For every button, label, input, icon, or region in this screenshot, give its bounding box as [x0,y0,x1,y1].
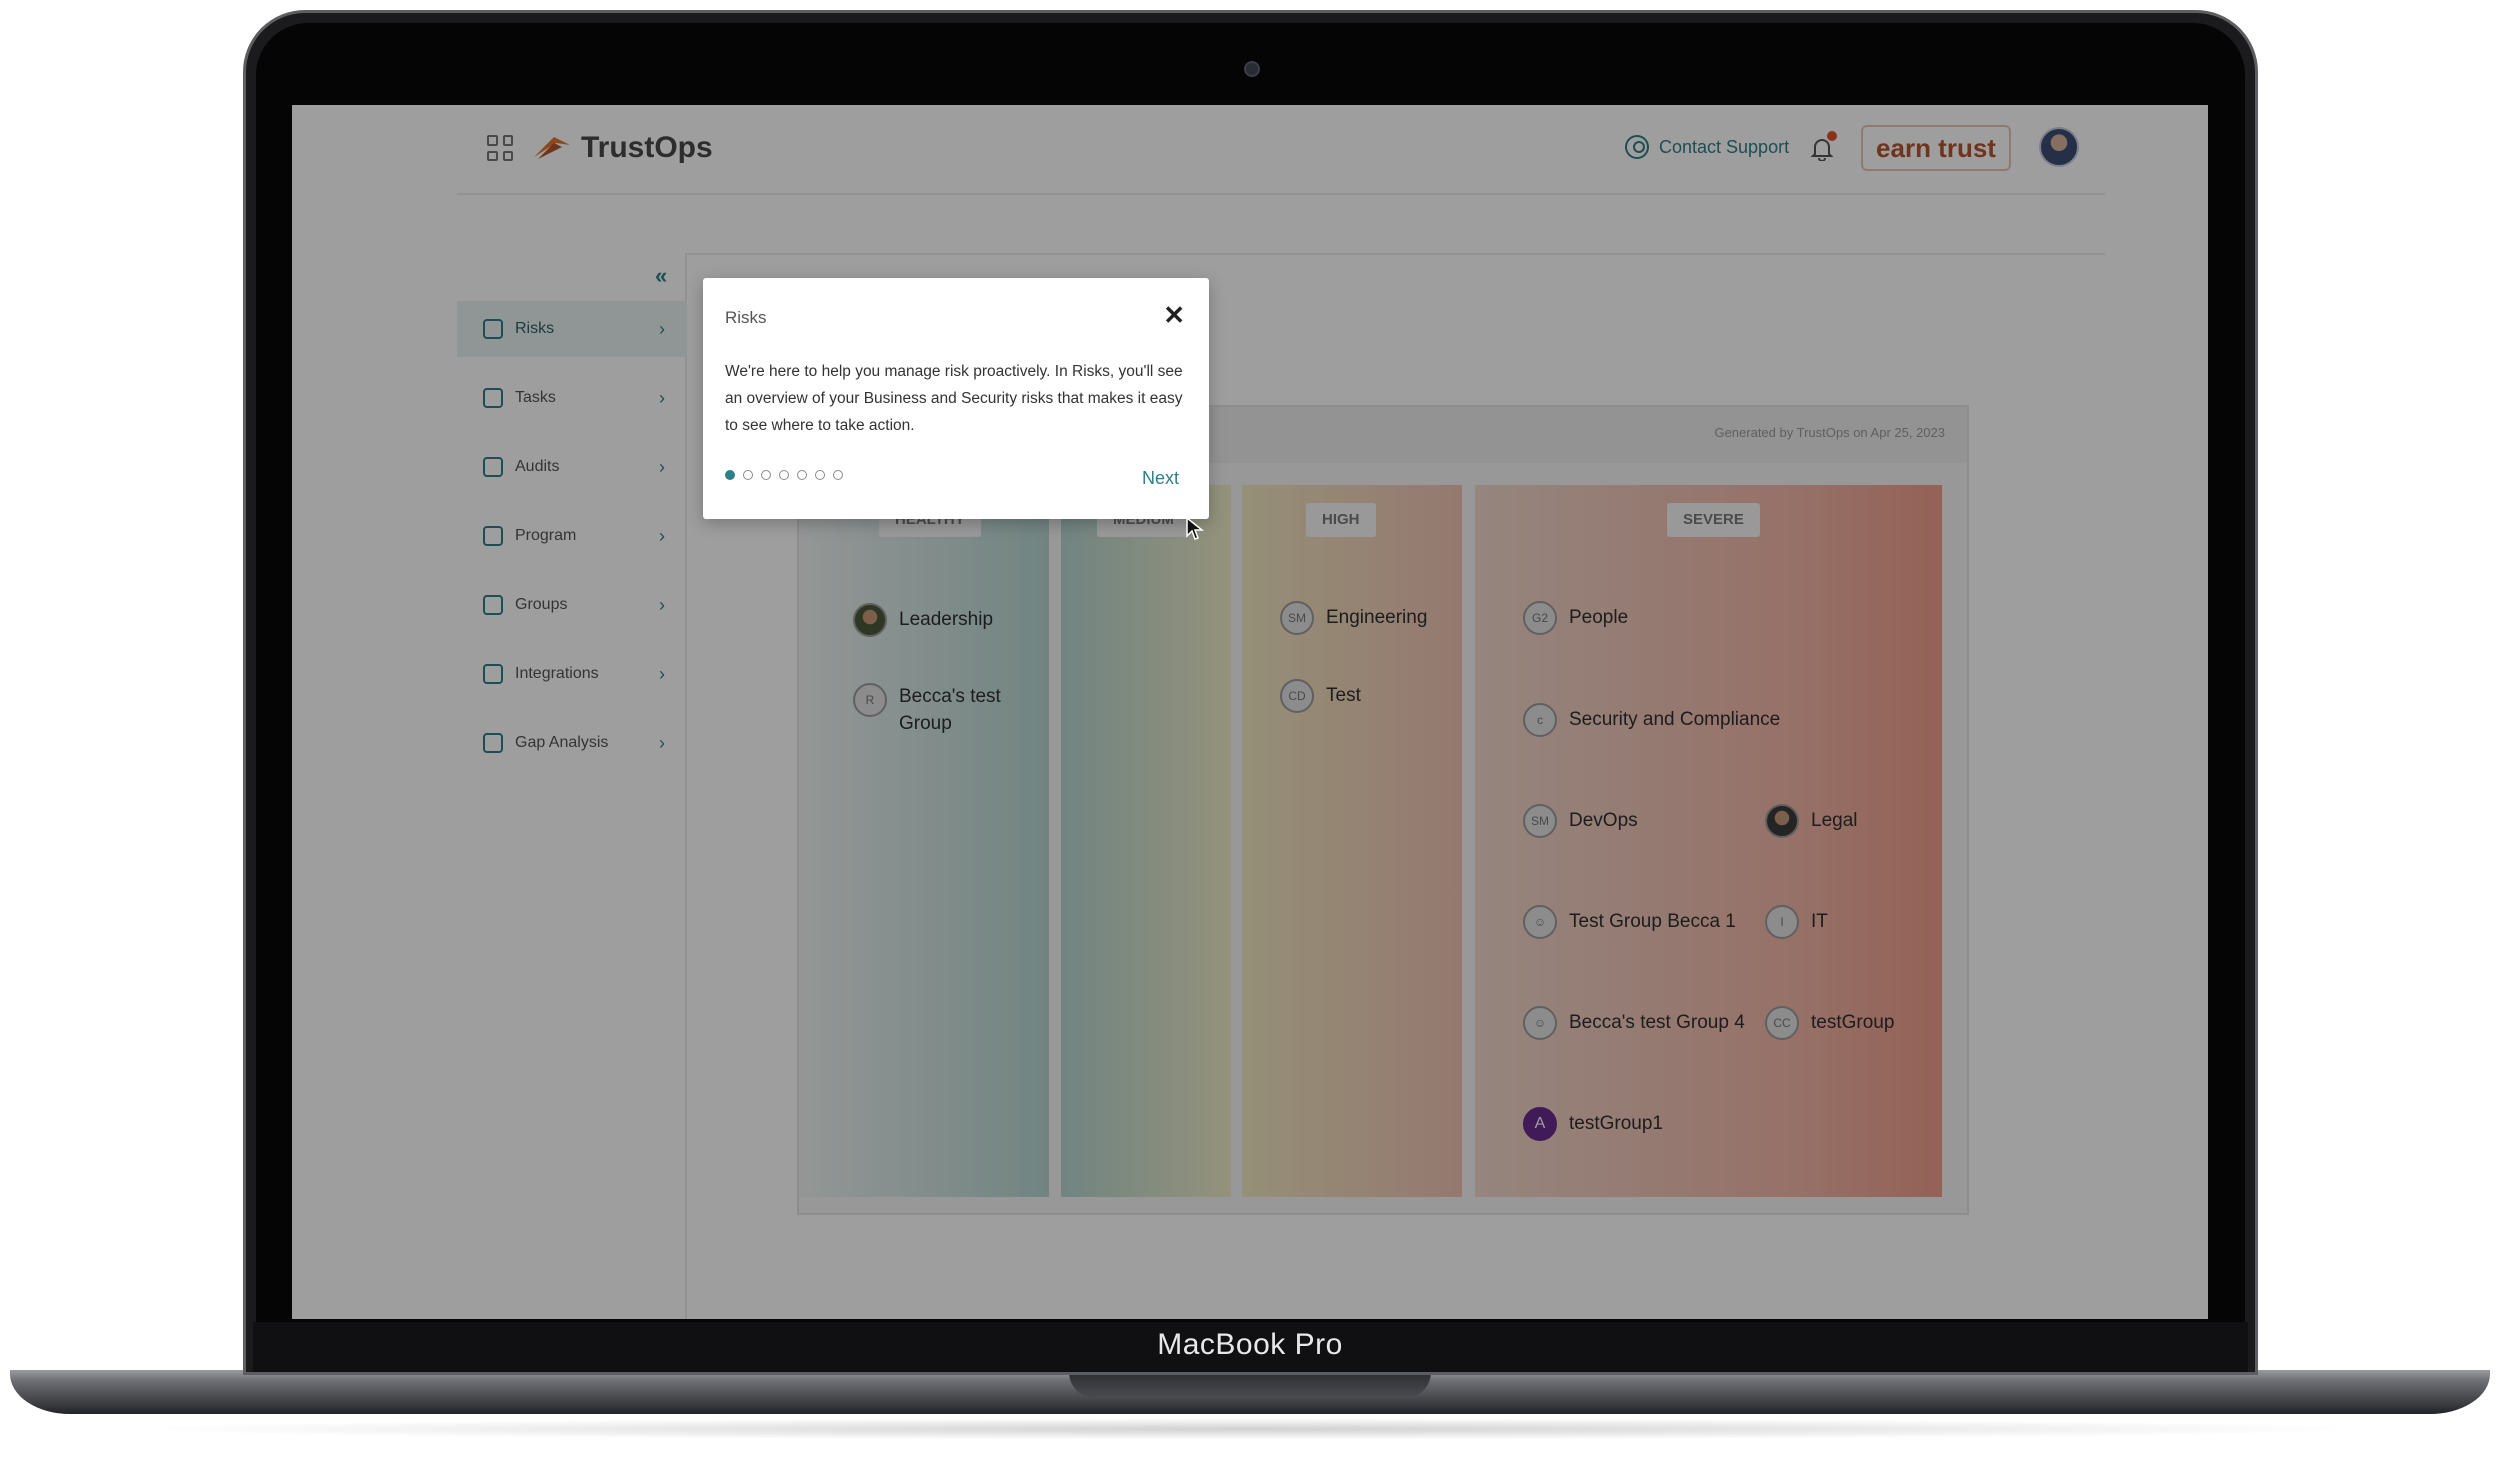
tour-step-dots [725,470,843,480]
camera-icon [1244,61,1260,77]
close-icon[interactable]: ✕ [1163,300,1185,331]
tour-backdrop[interactable] [292,105,2208,1319]
step-dot[interactable] [815,470,825,480]
laptop-shadow [120,1418,2380,1440]
step-dot[interactable] [797,470,807,480]
next-button[interactable]: Next [1142,468,1179,489]
mouse-cursor-icon [1186,517,1204,540]
device-label: MacBook Pro [1157,1328,1343,1361]
tour-popover: Risks ✕ We're here to help you manage ri… [703,278,1209,519]
screen: TrustOps Contact Support earn trust « Ri… [292,105,2208,1319]
tour-body: We're here to help you manage risk proac… [725,363,1183,434]
laptop-stage: MacBook Pro TrustOps Contact Support ear… [0,0,2500,1484]
step-dot[interactable] [725,470,735,480]
tour-title: Risks [725,308,767,327]
step-dot[interactable] [833,470,843,480]
step-dot[interactable] [743,470,753,480]
step-dot[interactable] [779,470,789,480]
step-dot[interactable] [761,470,771,480]
